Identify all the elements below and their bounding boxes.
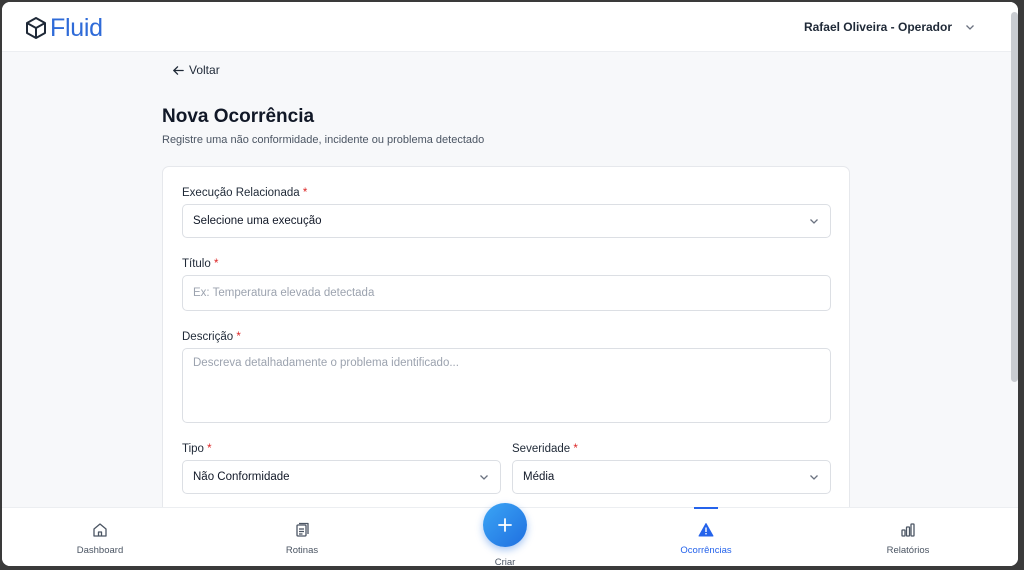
bar-chart-icon [901,523,915,537]
execucao-select-value: Selecione uma execução [193,215,322,227]
nav-label-relatorios: Relatórios [886,545,930,556]
tipo-label: Tipo * [182,443,212,455]
required-mark: * [236,331,241,343]
descricao-textarea[interactable] [182,348,831,423]
descricao-label-text: Descrição [182,331,234,343]
alert-triangle-icon [698,523,714,537]
logo-text: Fluid [50,14,103,42]
back-link[interactable]: Voltar [172,63,220,77]
home-icon [93,523,107,537]
page-title: Nova Ocorrência [162,106,315,127]
nav-label-rotinas: Rotinas [285,545,319,556]
severidade-label-text: Severidade [512,443,571,455]
severidade-label: Severidade * [512,443,578,455]
nav-item-ocorrencias[interactable]: Ocorrências [646,507,766,566]
back-label: Voltar [189,63,220,77]
severidade-select[interactable]: Média [512,460,831,494]
active-indicator [694,507,718,509]
chevron-down-icon [480,475,488,480]
nav-label-ocorrencias: Ocorrências [680,545,732,556]
scrollbar-thumb[interactable] [1011,12,1018,382]
arrow-left-icon [173,65,184,75]
nav-label-dashboard: Dashboard [76,545,124,556]
required-mark: * [207,443,212,455]
cube-icon [26,17,46,39]
chevron-down-icon [966,25,974,30]
app-window: Fluid Rafael Oliveira - Operador Voltar … [2,2,1018,566]
nav-item-rotinas[interactable]: Rotinas [242,508,362,566]
create-button[interactable] [483,503,527,547]
plus-icon [498,518,512,532]
required-mark: * [213,258,219,270]
chevron-down-icon [810,475,818,480]
severidade-select-value: Média [523,471,555,483]
tipo-select-value: Não Conformidade [193,471,290,483]
logo[interactable]: Fluid [24,14,103,42]
page-subtitle: Registre uma não conformidade, incidente… [162,134,485,146]
titulo-input[interactable] [182,275,831,311]
top-header: Fluid Rafael Oliveira - Operador [2,2,1018,52]
execucao-label-text: Execução Relacionada [182,187,300,199]
occurrence-form: Execução Relacionada * Selecione uma exe… [162,166,850,526]
user-menu[interactable]: Rafael Oliveira - Operador [804,20,976,34]
chevron-down-icon [810,219,818,224]
titulo-label-text: Título [182,258,211,270]
execucao-label: Execução Relacionada * [182,187,307,199]
descricao-label: Descrição * [182,331,241,343]
tipo-label-text: Tipo [182,443,204,455]
titulo-label: Título * [182,258,218,270]
clipboard-icon [296,522,309,537]
user-name: Rafael Oliveira - Operador [803,20,952,34]
nav-item-relatorios[interactable]: Relatórios [848,508,968,566]
required-mark: * [573,443,578,455]
required-mark: * [302,187,308,199]
tipo-select[interactable]: Não Conformidade [182,460,501,494]
nav-item-dashboard[interactable]: Dashboard [40,508,160,566]
create-label: Criar [494,557,516,566]
execucao-select[interactable]: Selecione uma execução [182,204,831,238]
